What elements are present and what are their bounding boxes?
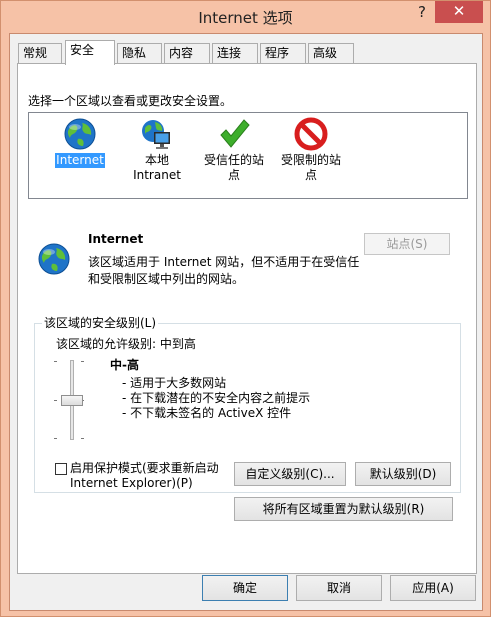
apply-button[interactable]: 应用(A) [390,575,476,601]
tab-privacy[interactable]: 隐私 [117,43,162,64]
security-tab-panel: 选择一个区域以查看或更改安全设置。 Internet 本地 Intranet 受… [17,63,477,574]
zone-label: 受限制的站 点 [280,153,341,182]
slider-tick [81,361,84,362]
zone-label: 本地 Intranet [133,153,181,182]
tab-advanced[interactable]: 高级 [308,43,354,64]
protected-mode-label: 启用保护模式(要求重新启动 Internet Explorer)(P) [70,461,219,490]
ok-button[interactable]: 确定 [202,575,288,601]
restricted-icon [294,117,328,151]
zone-name: Internet [88,232,144,246]
level-description: - 适用于大多数网站 - 在下载潜在的不安全内容之前提示 - 不下载未签名的 A… [122,376,310,421]
zone-list[interactable]: Internet 本地 Intranet 受信任的站 点 受限制的站 点 [28,112,468,199]
checkbox-box[interactable] [55,463,67,475]
level-name: 中-高 [110,358,139,372]
globe-icon [38,243,70,275]
trusted-checkmark-icon [220,119,250,148]
level-bullet: - 不下载未签名的 ActiveX 控件 [122,406,292,420]
tab-security[interactable]: 安全 [65,40,115,65]
zone-restricted-sites[interactable]: 受限制的站 点 [275,117,347,183]
slider-tick [54,361,57,362]
zone-prompt: 选择一个区域以查看或更改安全设置。 [28,94,233,108]
help-button[interactable]: ? [410,1,434,23]
zone-description: 该区域适用于 Internet 网站，但不适用于在受信任和受限制区域中列出的网站… [88,255,360,286]
custom-level-button[interactable]: 自定义级别(C)... [234,462,346,486]
tab-general[interactable]: 常规 [18,43,62,64]
zone-label: 受信任的站 点 [203,153,264,182]
tab-content[interactable]: 内容 [164,43,210,64]
dialog-client-area: 常规 安全 隐私 内容 连接 程序 高级 选择一个区域以查看或更改安全设置。 I… [9,33,483,611]
default-level-button[interactable]: 默认级别(D) [355,462,451,486]
dialog-window: Internet 选项 ? ✕ 常规 安全 隐私 内容 连接 程序 高级 选择一… [0,0,491,617]
security-level-slider-thumb[interactable] [61,395,83,406]
reset-all-zones-button[interactable]: 将所有区域重置为默认级别(R) [234,497,453,521]
level-bullet: - 在下载潜在的不安全内容之前提示 [122,391,311,405]
tab-connections[interactable]: 连接 [212,43,258,64]
zone-label: Internet [55,153,105,168]
slider-tick [81,438,84,439]
zone-local-intranet[interactable]: 本地 Intranet [121,117,193,183]
security-level-label: 该区域的安全级别(L) [42,314,159,331]
title-bar[interactable]: Internet 选项 ? ✕ [1,1,490,33]
tab-programs[interactable]: 程序 [260,43,306,64]
slider-tick [54,400,57,401]
close-button[interactable]: ✕ [435,1,483,23]
allowed-levels-text: 该区域的允许级别: 中到高 [56,337,196,351]
sites-button[interactable]: 站点(S) [364,233,450,255]
cancel-button[interactable]: 取消 [296,575,382,601]
level-bullet: - 适用于大多数网站 [122,376,227,390]
intranet-icon [142,120,170,149]
zone-trusted-sites[interactable]: 受信任的站 点 [198,117,270,183]
zone-internet[interactable]: Internet [44,117,116,168]
slider-tick [54,438,57,439]
globe-icon [64,118,96,150]
